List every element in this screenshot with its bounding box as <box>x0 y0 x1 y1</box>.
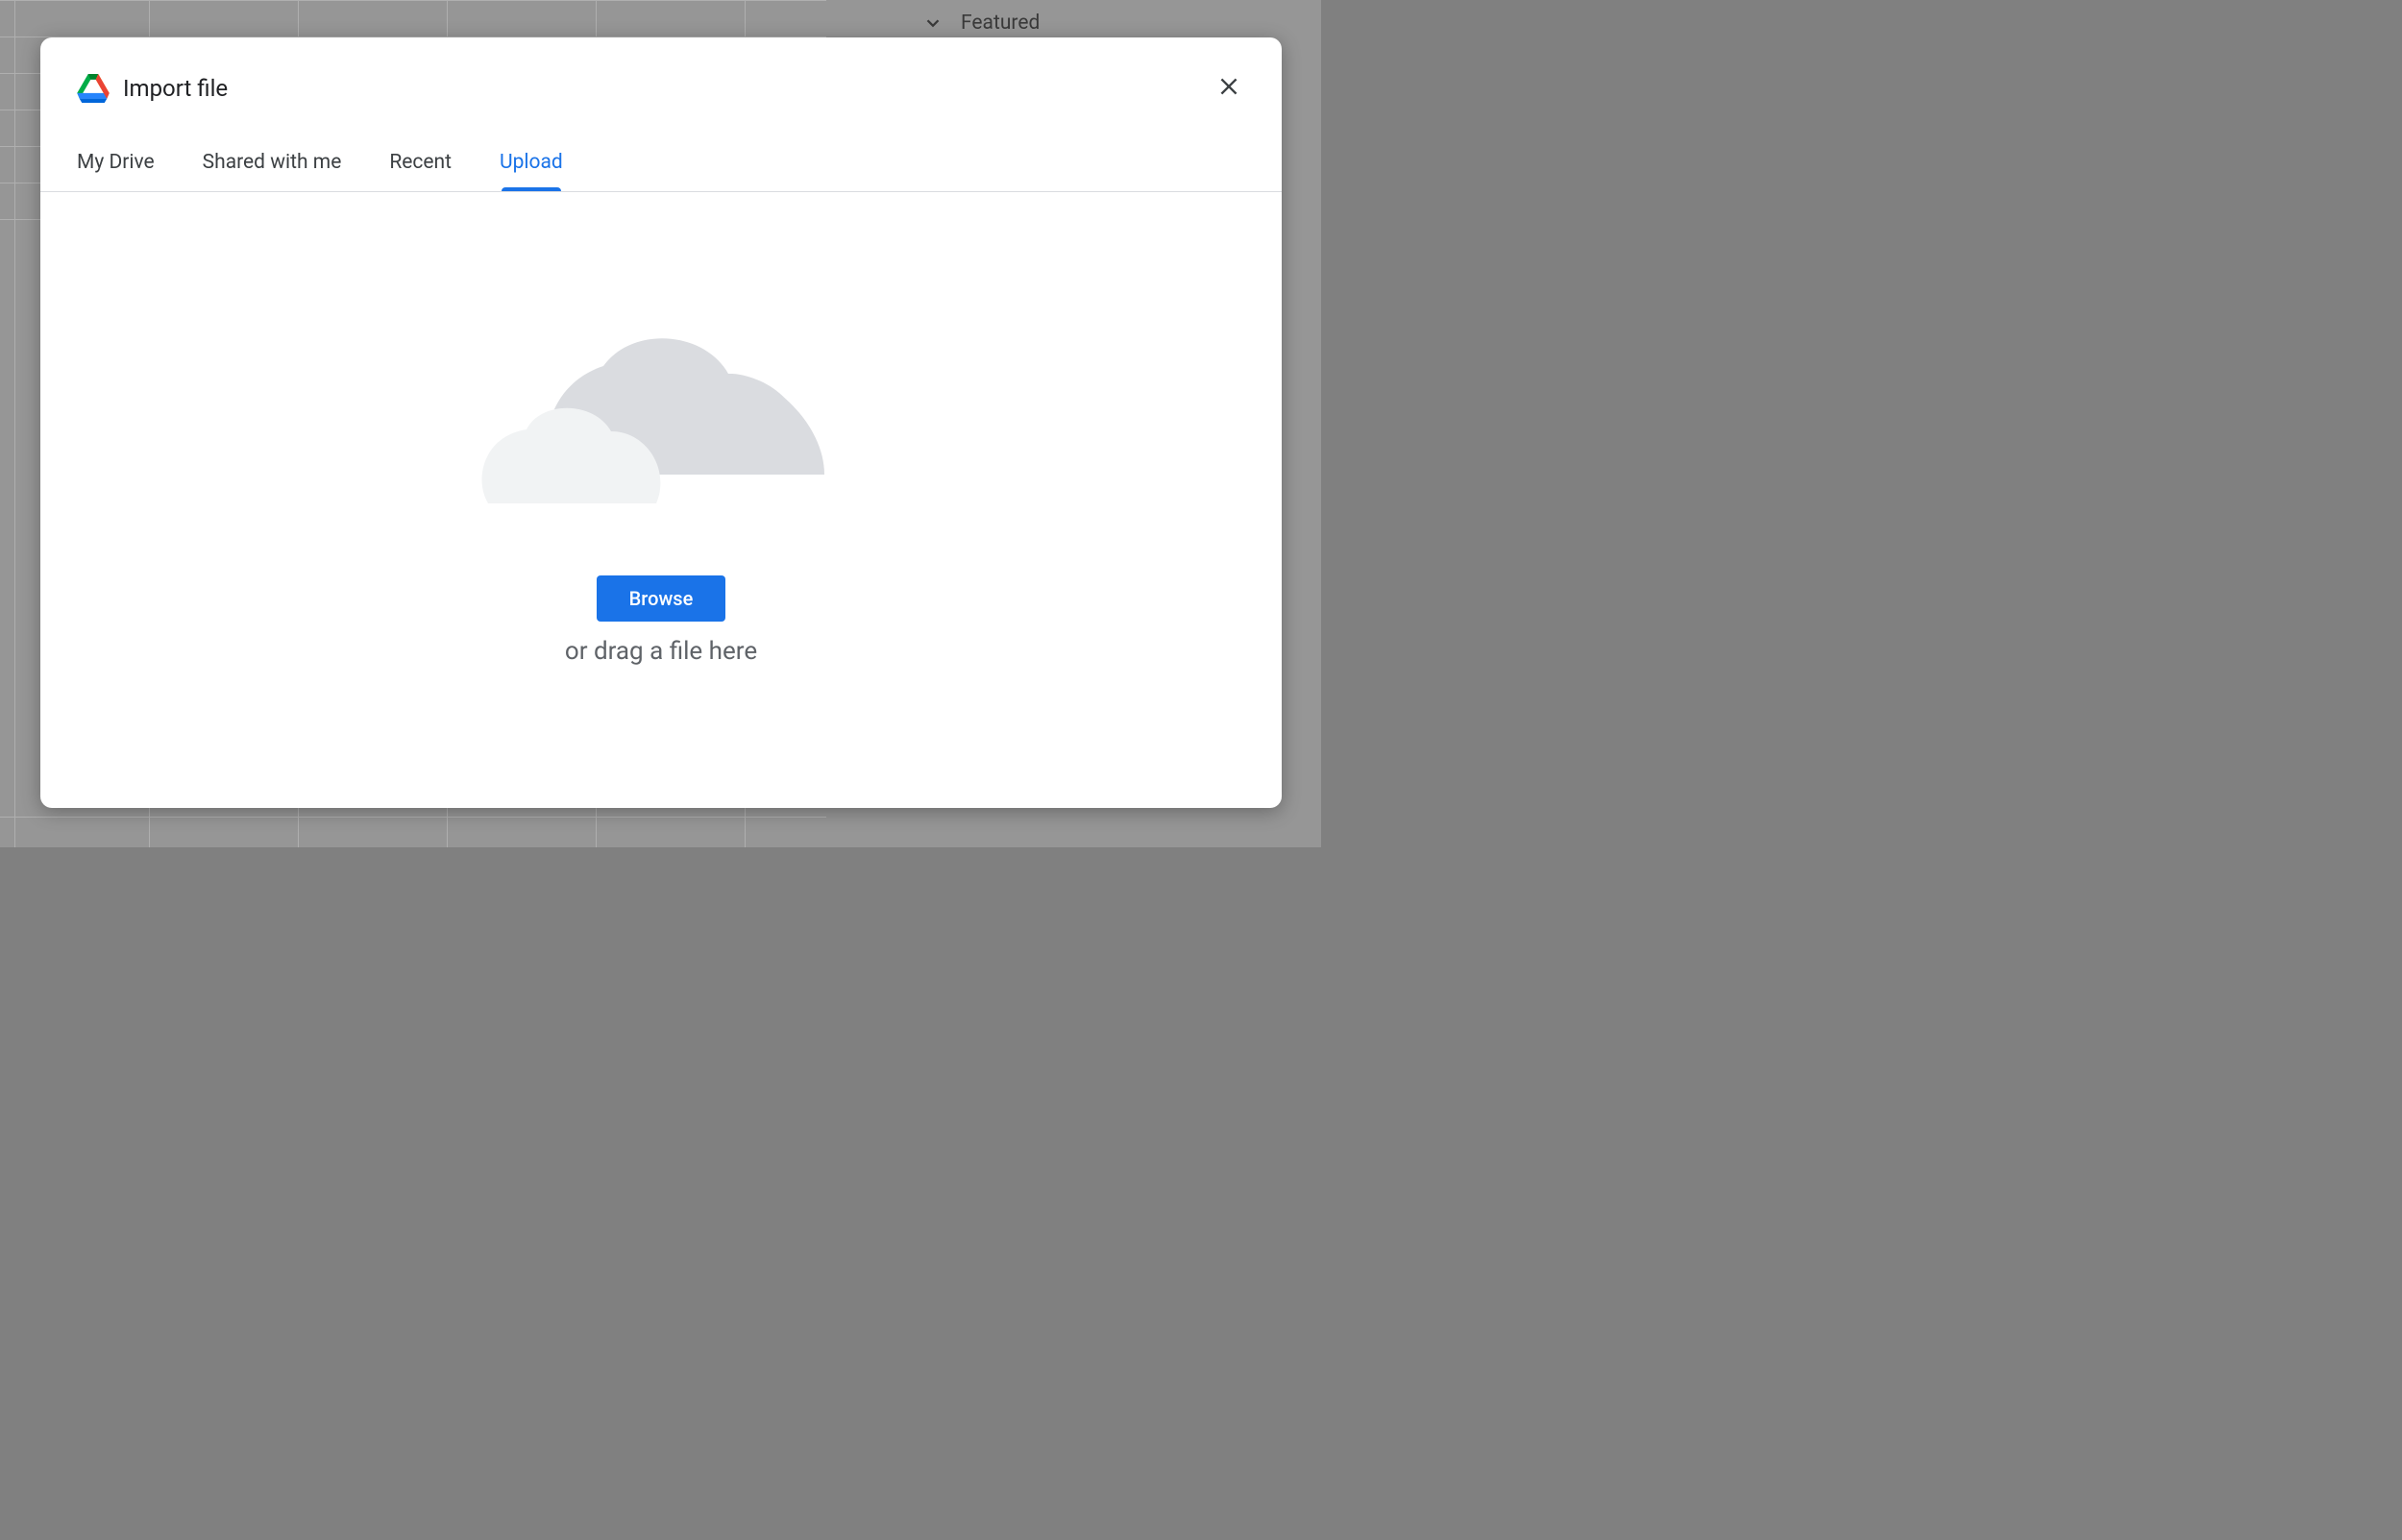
import-file-modal: Import file My Drive Shared with me Rece… <box>40 37 1282 808</box>
upload-dropzone[interactable]: Browse or drag a file here <box>40 192 1282 808</box>
cloud-upload-illustration-icon <box>469 297 853 518</box>
modal-header: Import file <box>40 37 1282 114</box>
featured-label: Featured <box>961 12 1040 35</box>
tabs-bar: My Drive Shared with me Recent Upload <box>40 151 1282 192</box>
close-button[interactable] <box>1213 70 1245 107</box>
browse-button[interactable]: Browse <box>597 575 726 622</box>
tab-recent[interactable]: Recent <box>389 151 452 191</box>
modal-title: Import file <box>123 75 1213 102</box>
sidebar-featured-item: Featured <box>922 12 1040 35</box>
tab-upload[interactable]: Upload <box>500 151 563 191</box>
tab-my-drive[interactable]: My Drive <box>77 151 155 191</box>
drag-hint-text: or drag a file here <box>565 637 757 666</box>
chevron-down-icon <box>922 12 944 34</box>
close-icon <box>1216 74 1241 99</box>
tab-shared-with-me[interactable]: Shared with me <box>203 151 342 191</box>
google-drive-logo-icon <box>77 74 110 103</box>
